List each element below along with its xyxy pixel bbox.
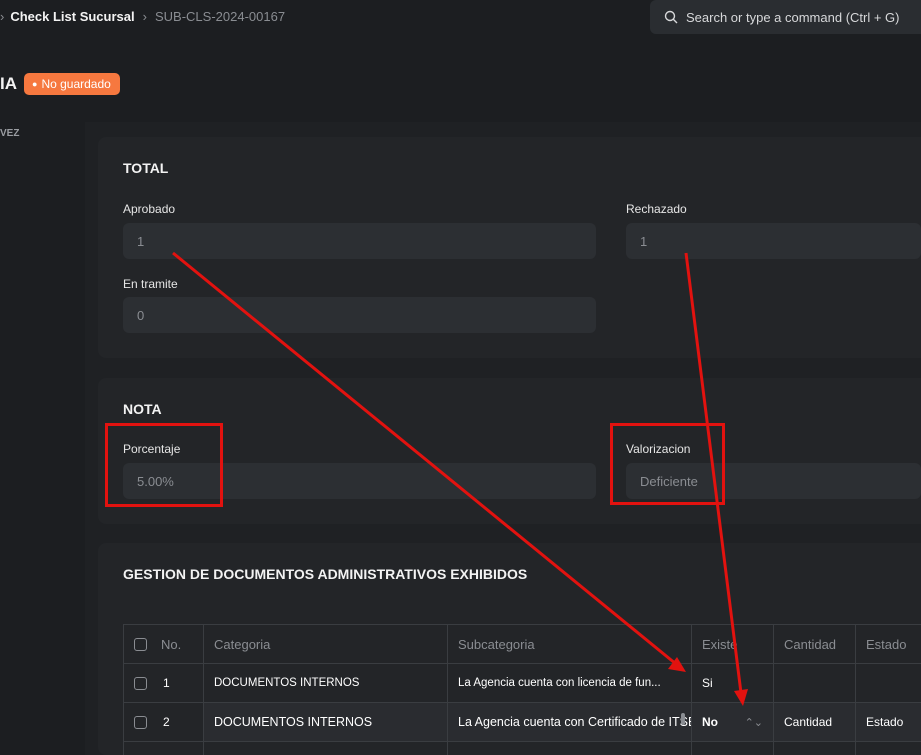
annotation-arrow-aprobado <box>172 251 686 672</box>
annotation-arrow-rechazado <box>684 252 748 706</box>
annotation-arrows <box>172 251 748 706</box>
